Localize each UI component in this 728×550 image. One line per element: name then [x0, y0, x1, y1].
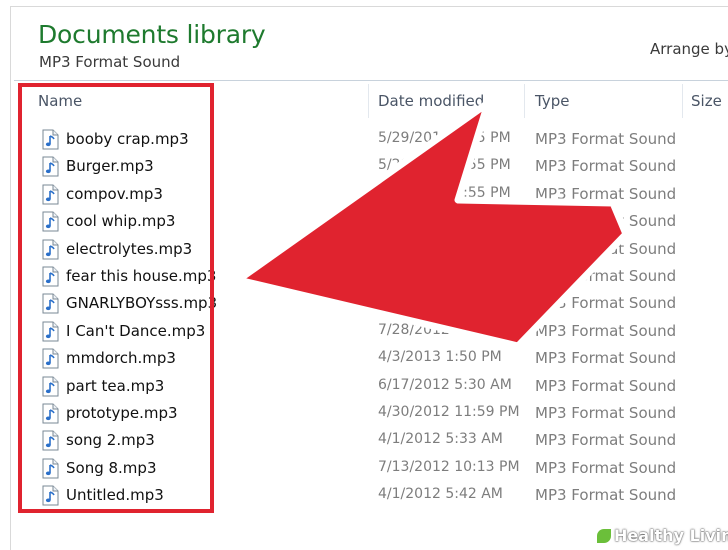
file-row[interactable]: mmdorch.mp3 4/3/2013 1:50 PM MP3 Format So… [0, 345, 728, 372]
arrange-by-dropdown[interactable]: Arrange by [650, 40, 728, 58]
sort-caret-icon: ⌃ [196, 81, 206, 94]
audio-file-icon [42, 184, 59, 205]
file-date-modified: 7/28/2012 1:55 PM [378, 321, 511, 338]
file-type: MP3 Format Sound [535, 486, 677, 505]
file-type: MP3 Format Sound [535, 239, 677, 258]
file-name: Untitled.mp3 [66, 486, 164, 505]
file-date-modified: 4/1/2012 5:42 AM [378, 486, 503, 503]
column-header-date[interactable]: Date modified [378, 92, 484, 110]
file-row[interactable]: electrolytes.mp3 5/29/2012 1:55 PM MP3 For… [0, 236, 728, 263]
file-date-modified: 5/29/2012 1:55 PM [378, 157, 511, 174]
library-title: Documents library [38, 20, 266, 49]
audio-file-icon [42, 211, 59, 232]
file-type: MP3 Format Sound [535, 404, 677, 422]
audio-file-icon [42, 403, 59, 424]
column-separator[interactable] [368, 84, 369, 118]
file-type: MP3 Format Sound [535, 458, 677, 477]
file-name: fear this house.mp3 [66, 267, 217, 285]
file-name: I Can't Dance.mp3 [66, 321, 206, 340]
file-date-modified: 4/3/2013 1:50 PM [378, 349, 502, 366]
file-type: MP3 Format Sound [535, 157, 677, 176]
file-type: MP3 Format Sound [535, 321, 677, 340]
audio-file-icon [42, 266, 59, 287]
library-subtitle: MP3 Format Sound [39, 53, 181, 71]
file-name: part tea.mp3 [66, 376, 165, 395]
file-name: mmdorch.mp3 [66, 349, 176, 368]
audio-file-icon [42, 321, 59, 342]
column-separator[interactable] [682, 84, 683, 118]
file-type: MP3 Format Sound [535, 184, 677, 203]
file-name: Burger.mp3 [66, 157, 154, 176]
file-type: MP3 Format Sound [535, 267, 677, 285]
file-date-modified: 5/29/2012 1:55 PM [378, 130, 511, 146]
file-name: Song 8.mp3 [66, 458, 157, 477]
file-type: MP3 Format Sound [535, 376, 677, 395]
file-name: electrolytes.mp3 [66, 239, 193, 258]
leaf-logo-icon [597, 529, 611, 543]
file-name: prototype.mp3 [66, 404, 178, 422]
file-type: MP3 Format Sound [535, 294, 677, 313]
file-row[interactable]: booby crap.mp3 5/29/2012 1:55 PM MP3 Forma… [0, 126, 728, 153]
file-type: MP3 Format Sound [535, 212, 677, 231]
file-name: GNARLYBOYsss.mp3 [66, 294, 218, 313]
file-date-modified: 4/30/2012 11:59 PM [378, 404, 520, 420]
column-separator[interactable] [524, 84, 525, 118]
file-date-modified: 7/13/2012 10:13 PM [378, 458, 520, 475]
file-row[interactable]: Song 8.mp3 7/13/2012 10:13 PM MP3 Format S… [0, 455, 728, 482]
file-type: MP3 Format Sound [535, 130, 677, 148]
file-date-modified: 5/29/2012 1:55 PM [378, 212, 511, 229]
audio-file-icon [42, 293, 59, 314]
file-row[interactable]: cool whip.mp3 5/29/2012 1:55 PM MP3 Format… [0, 208, 728, 235]
file-row[interactable]: GNARLYBOYsss.mp3 5/29/2012 1:55 PM MP3 For… [0, 290, 728, 317]
audio-file-icon [42, 239, 59, 260]
audio-file-icon [42, 348, 59, 369]
file-name: song 2.mp3 [66, 431, 155, 450]
column-header-size[interactable]: Size [691, 92, 722, 110]
file-name: cool whip.mp3 [66, 212, 176, 231]
healthy-living-watermark: Healthy Living [597, 526, 728, 547]
audio-file-icon [42, 129, 59, 150]
audio-file-icon [42, 485, 59, 506]
audio-file-icon [42, 430, 59, 451]
watermark-text: Healthy Living [614, 526, 728, 545]
file-date-modified: 5/29/2012 1:55 PM [378, 184, 511, 201]
file-type: MP3 Format Sound [535, 431, 677, 450]
file-name: booby crap.mp3 [66, 130, 189, 148]
file-row[interactable]: prototype.mp3 4/30/2012 11:59 PM MP3 Forma… [0, 400, 728, 427]
file-date-modified: 5/29/2012 1:55 PM [378, 294, 511, 311]
file-row[interactable]: fear this house.mp3 5/29/2012 1:55 PM MP3 … [0, 263, 728, 290]
file-date-modified: 6/17/2012 5:30 AM [378, 376, 512, 393]
column-header-name[interactable]: Name [38, 92, 82, 110]
file-row[interactable]: I Can't Dance.mp3 7/28/2012 1:55 PM MP3 Fo… [0, 318, 728, 345]
file-row[interactable]: part tea.mp3 6/17/2012 5:30 AM MP3 Format … [0, 373, 728, 400]
audio-file-icon [42, 376, 59, 397]
audio-file-icon [42, 156, 59, 177]
file-date-modified: 5/29/2012 1:55 PM [378, 267, 511, 283]
file-row[interactable]: song 2.mp3 4/1/2012 5:33 AM MP3 Format Sou… [0, 427, 728, 454]
file-date-modified: 5/29/2012 1:55 PM [378, 239, 511, 256]
column-header-type[interactable]: Type [535, 92, 569, 110]
header-divider [14, 80, 728, 81]
file-row[interactable]: compov.mp3 5/29/2012 1:55 PM MP3 Format So… [0, 181, 728, 208]
file-row[interactable]: Untitled.mp3 4/1/2012 5:42 AM MP3 Format S… [0, 482, 728, 509]
file-row[interactable]: Burger.mp3 5/29/2012 1:55 PM MP3 Format So… [0, 153, 728, 180]
file-type: MP3 Format Sound [535, 349, 677, 368]
file-date-modified: 4/1/2012 5:33 AM [378, 431, 503, 448]
file-name: compov.mp3 [66, 184, 163, 203]
audio-file-icon [42, 458, 59, 479]
